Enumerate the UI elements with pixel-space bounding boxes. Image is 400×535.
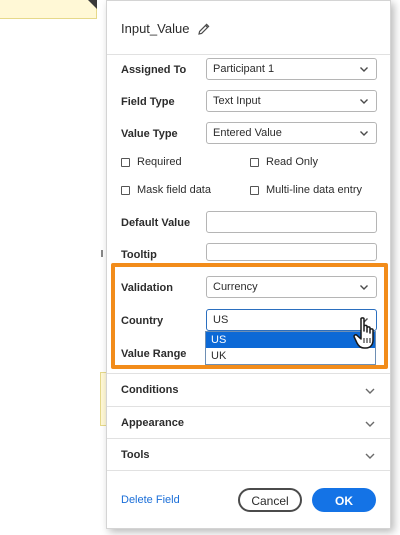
cancel-button[interactable]: Cancel xyxy=(238,488,302,512)
chevron-down-icon xyxy=(360,99,368,104)
tooltip-input[interactable] xyxy=(206,243,377,261)
default-value-input[interactable] xyxy=(206,211,377,233)
appearance-label: Appearance xyxy=(121,417,184,429)
required-label: Required xyxy=(137,156,182,168)
field-name-title: Input_Value xyxy=(121,21,190,36)
country-option-us[interactable]: US xyxy=(206,332,375,348)
field-corner-marker xyxy=(88,0,97,9)
checkbox-box[interactable] xyxy=(250,157,259,167)
assigned-to-value: Participant 1 xyxy=(213,63,275,75)
value-type-label: Value Type xyxy=(121,128,178,140)
country-options-list[interactable]: US UK xyxy=(205,331,376,365)
mask-field-checkbox[interactable]: Mask field data xyxy=(121,184,211,196)
section-divider xyxy=(107,470,390,471)
chevron-down-icon[interactable] xyxy=(364,385,376,397)
appearance-section[interactable]: Appearance xyxy=(107,407,390,439)
multiline-label: Multi-line data entry xyxy=(266,184,362,196)
default-value-label: Default Value xyxy=(121,217,191,229)
conditions-section[interactable]: Conditions xyxy=(107,374,390,406)
mask-field-label: Mask field data xyxy=(137,184,211,196)
checkbox-box[interactable] xyxy=(121,157,130,167)
required-checkbox[interactable]: Required xyxy=(121,156,182,168)
field-type-dropdown[interactable]: Text Input xyxy=(206,90,377,112)
chevron-down-icon[interactable] xyxy=(364,418,376,430)
document-mark xyxy=(101,250,103,257)
checkbox-box[interactable] xyxy=(121,185,130,195)
value-type-dropdown[interactable]: Entered Value xyxy=(206,122,377,144)
document-field[interactable] xyxy=(0,0,97,19)
multiline-checkbox[interactable]: Multi-line data entry xyxy=(250,184,362,196)
delete-field-link[interactable]: Delete Field xyxy=(121,494,180,506)
field-type-label: Field Type xyxy=(121,96,175,108)
pencil-icon[interactable] xyxy=(197,22,211,36)
panel-header: Input_Value xyxy=(121,21,211,36)
conditions-label: Conditions xyxy=(121,384,179,396)
chevron-down-icon xyxy=(360,131,368,136)
field-type-value: Text Input xyxy=(213,95,261,107)
assigned-to-label: Assigned To xyxy=(121,64,187,76)
tools-label: Tools xyxy=(121,449,150,461)
tooltip-label: Tooltip xyxy=(121,249,157,261)
tools-section[interactable]: Tools xyxy=(107,439,390,471)
chevron-down-icon[interactable] xyxy=(364,450,376,462)
hand-pointer-icon xyxy=(353,317,374,349)
chevron-down-icon xyxy=(360,67,368,72)
ok-button[interactable]: OK xyxy=(312,488,376,512)
read-only-label: Read Only xyxy=(266,156,318,168)
country-option-uk[interactable]: UK xyxy=(206,348,375,364)
value-type-value: Entered Value xyxy=(213,127,282,139)
checkbox-box[interactable] xyxy=(250,185,259,195)
header-divider xyxy=(107,54,390,55)
assigned-to-dropdown[interactable]: Participant 1 xyxy=(206,58,377,80)
read-only-checkbox[interactable]: Read Only xyxy=(250,156,318,168)
